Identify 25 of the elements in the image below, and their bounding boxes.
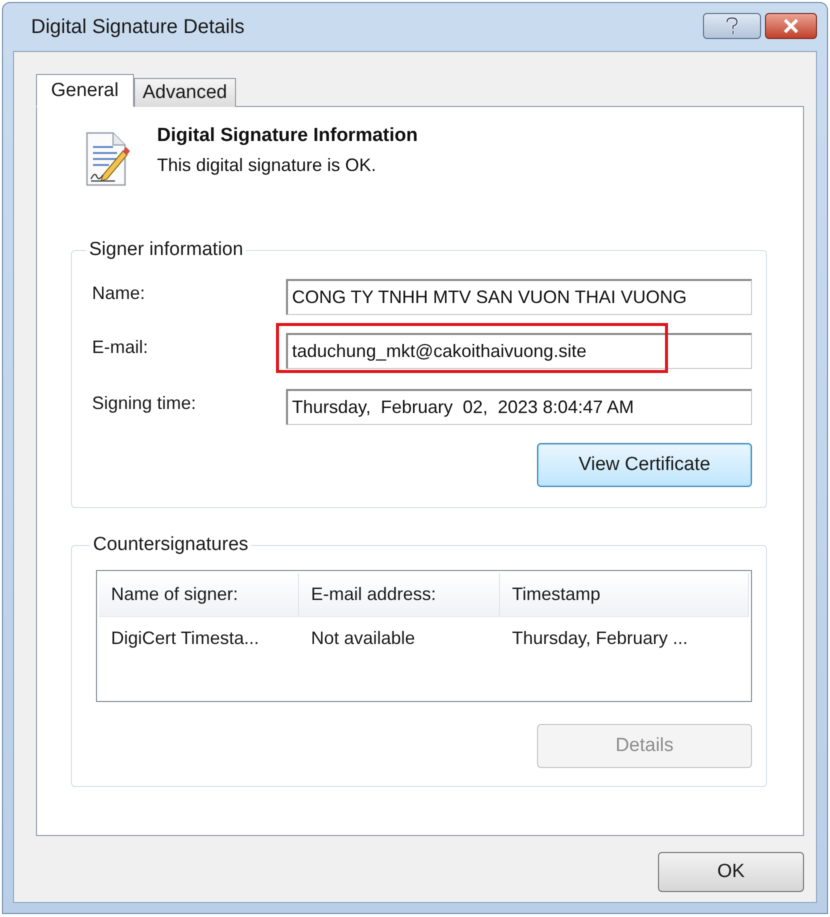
tab[interactable]: General bbox=[36, 74, 134, 107]
column-header[interactable]: E-mail address: bbox=[299, 573, 500, 616]
column-header[interactable]: Name of signer: bbox=[99, 573, 299, 616]
ok-button[interactable]: OK bbox=[658, 852, 804, 892]
text-field[interactable]: CONG TY TNHH MTV SAN VUON THAI VUONG bbox=[286, 279, 752, 315]
field-label: Name: bbox=[92, 282, 146, 304]
text-field[interactable]: Thursday, February 02, 2023 8:04:47 AM bbox=[286, 389, 752, 425]
table-cell-text: Not available bbox=[310, 627, 416, 650]
close-icon bbox=[783, 19, 799, 33]
field-label: Signing time: bbox=[92, 392, 198, 414]
help-icon bbox=[725, 17, 739, 35]
window-title: Digital Signature Details bbox=[30, 16, 244, 38]
group-title: Signer information bbox=[88, 239, 244, 261]
heading: Digital Signature Information bbox=[157, 125, 418, 147]
table-cell-text: Thursday, February ... bbox=[511, 627, 689, 650]
field-label: E-mail: bbox=[92, 336, 150, 358]
tab[interactable]: Advanced bbox=[134, 78, 236, 107]
status-text: This digital signature is OK. bbox=[157, 155, 378, 176]
view-certificate-button[interactable]: View Certificate bbox=[537, 443, 752, 487]
close-button[interactable] bbox=[765, 13, 817, 39]
help-button[interactable] bbox=[703, 13, 761, 39]
column-header[interactable]: Timestamp bbox=[500, 573, 749, 616]
table-cell-text: DigiCert Timesta... bbox=[110, 627, 260, 650]
group-title: Countersignatures bbox=[92, 534, 250, 556]
text-field[interactable]: taduchung_mkt@cakoithaivuong.site bbox=[286, 333, 752, 369]
